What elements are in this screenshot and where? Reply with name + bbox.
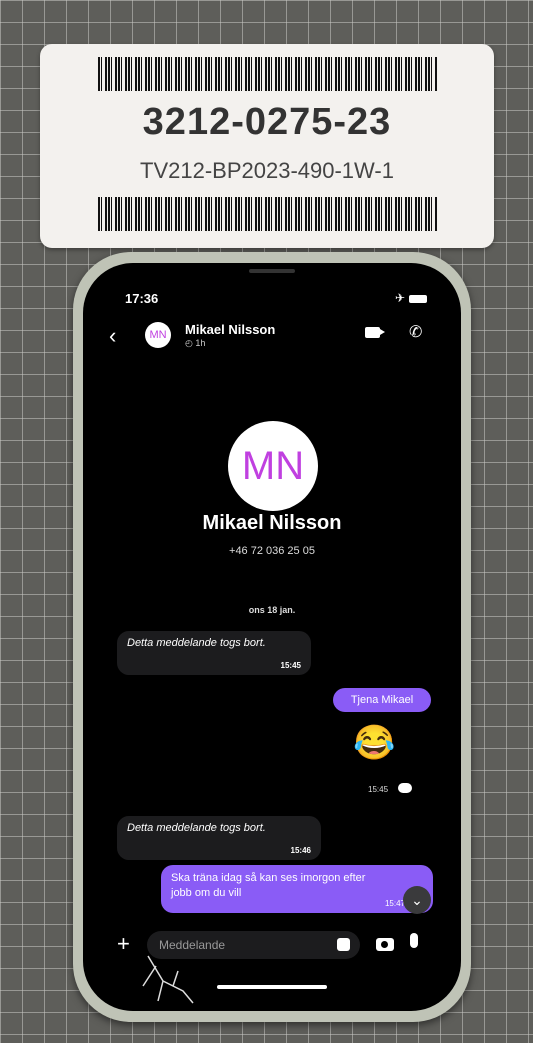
microphone-icon[interactable] [410, 933, 418, 948]
battery-icon [409, 294, 427, 303]
message-incoming[interactable]: Detta meddelande togs bort. 15:46 [117, 816, 321, 860]
plus-icon[interactable]: + [117, 931, 130, 957]
voice-call-icon[interactable]: ✆ [409, 322, 422, 342]
barcode-top [98, 57, 438, 91]
item-id: TV212-BP2023-490-1W-1 [140, 158, 394, 183]
back-button[interactable]: ‹ [109, 323, 116, 349]
case-number: 3212-0275-23 [142, 101, 392, 143]
scroll-down-button[interactable]: ⌄ [403, 886, 431, 914]
status-icons: ✈ [395, 291, 427, 305]
camera-icon[interactable] [376, 938, 394, 951]
profile-phone: +46 72 036 25 05 [229, 545, 315, 557]
barcode-bottom [98, 197, 438, 231]
evidence-label: 3212-0275-23 TV212-BP2023-490-1W-1 [40, 44, 494, 248]
disappearing-timer: ◴ 1h [185, 338, 206, 348]
avatar-large: MN [228, 421, 318, 511]
screen-crack [142, 955, 194, 1004]
message-incoming[interactable]: Detta meddelande togs bort. 15:45 [117, 631, 311, 675]
message-time: 15:46 [290, 846, 311, 855]
message-outgoing[interactable]: Tjena Mikael [333, 688, 431, 712]
message-text: Detta meddelande togs bort. [127, 637, 266, 649]
message-text: Detta meddelande togs bort. [127, 822, 266, 834]
contact-name[interactable]: Mikael Nilsson [185, 322, 275, 337]
message-outgoing[interactable]: Ska träna idag så kan ses imorgon efter … [161, 865, 433, 913]
avatar-small[interactable]: MN [145, 322, 171, 348]
date-separator: ons 18 jan. [248, 605, 296, 615]
message-time: 15:45 [368, 785, 389, 794]
message-time: 15:47 [384, 899, 405, 908]
phone-screen: 17:36 ✈ ‹ MN Mikael Nilsson ◴ 1h ✆ MN Mi… [83, 263, 461, 1011]
sticker-icon[interactable] [337, 938, 350, 951]
message-placeholder: Meddelande [159, 938, 226, 952]
airplane-icon: ✈ [394, 291, 405, 305]
emoji-message[interactable]: 😂 [353, 723, 395, 763]
read-receipt-icon [398, 783, 412, 793]
message-time: 15:45 [280, 661, 301, 670]
message-text: Ska träna idag så kan ses imorgon efter … [171, 872, 366, 899]
status-time: 17:36 [125, 291, 159, 306]
video-call-icon[interactable] [365, 327, 385, 338]
home-indicator [217, 985, 327, 989]
speaker-grille [249, 269, 295, 273]
profile-name: Mikael Nilsson [202, 512, 342, 534]
